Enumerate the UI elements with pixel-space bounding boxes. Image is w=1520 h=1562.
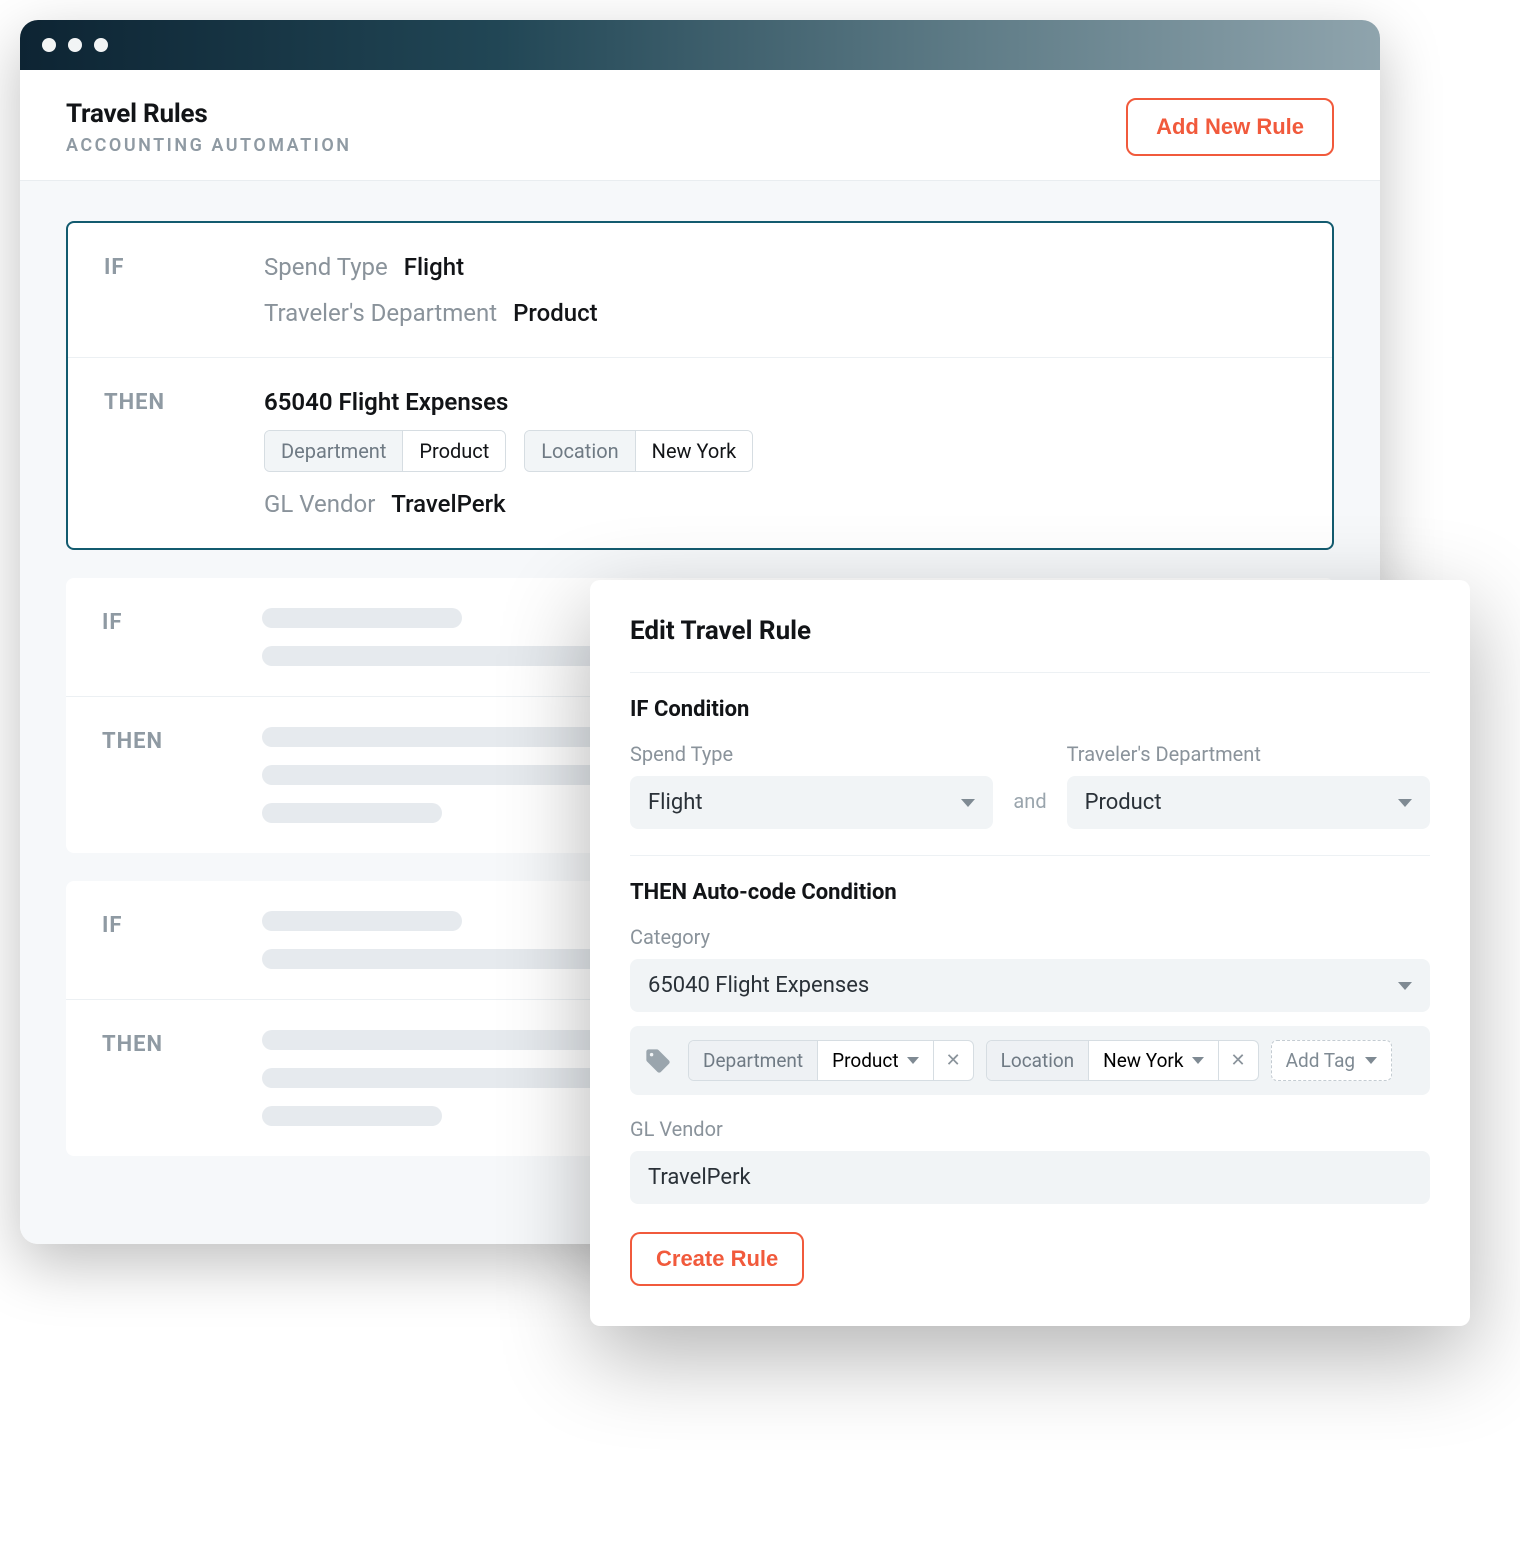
dept-value: Product [513,299,598,327]
window-titlebar [20,20,1380,70]
dept-label: Traveler's Department [264,299,497,327]
tag-chip-department: Department Product ✕ [688,1040,974,1081]
chip-value: New York [1103,1049,1183,1072]
chip-value: Product [832,1049,898,1072]
keyword-if: IF [102,608,262,666]
add-tag-button[interactable]: Add Tag [1271,1040,1392,1081]
tag-val: Product [403,431,505,471]
modal-title: Edit Travel Rule [630,616,1430,646]
page-header: Travel Rules ACCOUNTING AUTOMATION Add N… [20,70,1380,181]
close-icon: ✕ [946,1052,961,1070]
window-close-dot[interactable] [42,38,56,52]
gl-vendor-field-label: GL Vendor [630,1117,1430,1141]
then-condition-heading: THEN Auto-code Condition [630,880,1430,905]
chip-value-select[interactable]: New York [1089,1041,1217,1080]
gl-vendor-select[interactable]: TravelPerk [630,1151,1430,1204]
condition-department: Traveler's Department Product [264,299,1296,327]
keyword-if: IF [104,253,264,327]
gl-vendor-value: TravelPerk [391,490,505,518]
edit-rule-modal: Edit Travel Rule IF Condition Spend Type… [590,580,1470,1326]
create-rule-button[interactable]: Create Rule [630,1232,804,1286]
keyword-then: THEN [102,1030,262,1126]
skeleton-line [262,608,462,628]
rule-if-block: IF Spend Type Flight Traveler's Departme… [68,223,1332,358]
category-field-label: Category [630,925,1430,949]
gl-vendor-label: GL Vendor [264,490,375,518]
chevron-down-icon [907,1057,919,1064]
if-condition-heading: IF Condition [630,697,1430,722]
keyword-then: THEN [104,388,264,518]
keyword-if: IF [102,911,262,969]
spend-type-label: Spend Type [264,253,388,281]
category-select[interactable]: 65040 Flight Expenses [630,959,1430,1012]
page-title: Travel Rules [66,99,351,129]
chip-value-select[interactable]: Product [818,1041,932,1080]
tag-builder: Department Product ✕ Location New York ✕… [630,1026,1430,1095]
chevron-down-icon [1365,1057,1377,1064]
gl-vendor-select-value: TravelPerk [648,1165,751,1190]
dept-select[interactable]: Product [1067,776,1430,829]
and-conjunction: and [1013,789,1046,829]
category-select-value: 65040 Flight Expenses [648,973,869,998]
chip-remove-button[interactable]: ✕ [933,1041,973,1080]
add-tag-label: Add Tag [1286,1049,1355,1072]
chip-key: Department [689,1041,818,1080]
dept-select-value: Product [1085,790,1162,815]
spend-type-field-label: Spend Type [630,742,993,766]
then-condition-section: THEN Auto-code Condition Category 65040 … [630,855,1430,1286]
tag-key: Location [525,431,635,471]
chip-key: Location [987,1041,1090,1080]
dept-field-label: Traveler's Department [1067,742,1430,766]
skeleton-line [262,911,462,931]
then-gl-vendor: GL Vendor TravelPerk [264,490,1296,518]
chip-remove-button[interactable]: ✕ [1218,1041,1258,1080]
close-icon: ✕ [1231,1052,1246,1070]
chevron-down-icon [961,799,975,807]
spend-type-value: Flight [404,253,464,281]
condition-spend-type: Spend Type Flight [264,253,1296,281]
page-subtitle: ACCOUNTING AUTOMATION [66,135,351,156]
rule-then-block: THEN 65040 Flight Expenses Department Pr… [68,358,1332,548]
skeleton-line [262,803,442,823]
tag-key: Department [265,431,403,471]
chevron-down-icon [1398,799,1412,807]
if-condition-section: IF Condition Spend Type Flight and Trave… [630,672,1430,829]
chevron-down-icon [1192,1057,1204,1064]
tag-val: New York [636,431,753,471]
skeleton-line [262,1106,442,1126]
spend-type-select-value: Flight [648,790,703,815]
then-tag-location: Location New York [524,430,753,472]
spend-type-select[interactable]: Flight [630,776,993,829]
chevron-down-icon [1398,982,1412,990]
window-zoom-dot[interactable] [94,38,108,52]
rule-card-selected[interactable]: IF Spend Type Flight Traveler's Departme… [66,221,1334,550]
keyword-then: THEN [102,727,262,823]
add-new-rule-button[interactable]: Add New Rule [1126,98,1334,156]
tag-chip-location: Location New York ✕ [986,1040,1259,1081]
then-tag-department: Department Product [264,430,506,472]
tag-icon [644,1047,672,1075]
then-gl-code: 65040 Flight Expenses [264,388,1296,416]
window-minimize-dot[interactable] [68,38,82,52]
